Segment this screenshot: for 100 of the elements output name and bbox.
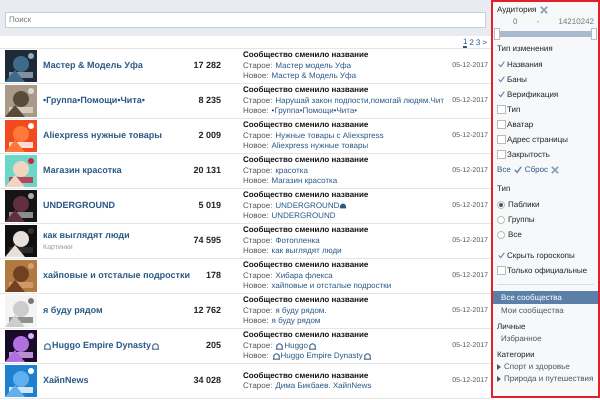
field-label: Старое: <box>243 96 272 106</box>
field-label: Старое: <box>243 381 272 392</box>
radio-button[interactable] <box>497 216 505 224</box>
radio-label: Группы <box>508 214 535 226</box>
range-separator: - <box>536 16 540 28</box>
event-title: Сообщество сменило название <box>243 155 370 166</box>
range-slider-track[interactable] <box>500 31 591 37</box>
old-name: Мастер модель Уфа <box>275 60 352 72</box>
old-name: Фотопленка <box>275 236 320 246</box>
checkbox[interactable] <box>497 105 506 114</box>
category-item[interactable]: Природа и путешествия <box>497 373 594 385</box>
slider-handle[interactable] <box>494 28 500 40</box>
group-link[interactable]: хайповые и отсталые подростки <box>43 269 190 283</box>
member-count: 12 762 <box>192 304 221 318</box>
group-link[interactable]: я буду рядом <box>43 304 103 318</box>
range-min: 0 <box>513 16 518 28</box>
group-link[interactable]: UNDERGROUND <box>43 199 115 213</box>
checkbox[interactable] <box>497 150 506 159</box>
radio-button[interactable] <box>497 200 505 208</box>
reset-link[interactable]: Сброс <box>524 164 548 176</box>
event-title: Сообщество сменило название <box>243 190 370 201</box>
field-label: Новое: <box>243 176 269 187</box>
group-link[interactable]: как выглядят люди <box>43 229 130 242</box>
event-title: Сообщество сменило название <box>243 225 370 236</box>
select-all-link[interactable]: Все <box>497 164 511 176</box>
field-label: Старое: <box>243 236 272 246</box>
page-link[interactable]: 3 <box>476 38 480 46</box>
field-label: Старое: <box>243 130 272 142</box>
group-link[interactable]: Aliexpress нужные товары <box>43 129 162 143</box>
new-name: •Группа•Помощи•Чита• <box>272 106 358 117</box>
checkbox[interactable] <box>497 135 506 144</box>
new-name: Магазин красотка <box>272 176 338 187</box>
hat-icon <box>362 352 372 361</box>
search-field[interactable]: Поиск <box>5 12 486 28</box>
new-name: Aliexpress нужные товары <box>272 141 368 152</box>
checkbox-label: Названия <box>507 58 543 70</box>
page-link[interactable]: 2 <box>469 38 474 46</box>
group-link[interactable]: Huggo Empire Dynasty <box>43 339 160 353</box>
field-label: Старое: <box>243 200 272 212</box>
checkbox[interactable] <box>497 251 506 260</box>
page-link[interactable]: > <box>482 38 487 46</box>
page-link[interactable]: 1 <box>462 36 468 48</box>
member-count: 20 131 <box>192 164 221 178</box>
field-label: Старое: <box>243 270 272 282</box>
radio-button[interactable] <box>497 230 505 238</box>
nav-item[interactable]: Мои сообщества <box>493 304 598 317</box>
checkbox[interactable] <box>497 75 506 84</box>
group-link[interactable]: Мастер & Модель Уфа <box>43 59 143 73</box>
old-name: Huggo <box>275 340 317 352</box>
event-title: Сообщество сменило название <box>243 50 370 61</box>
section-title: Категории <box>497 349 536 361</box>
member-count: 2 009 <box>197 129 221 142</box>
nav-item[interactable]: Все сообщества <box>493 291 598 304</box>
nav-item[interactable]: Избранное <box>497 333 594 345</box>
event-title: Сообщество сменило название <box>243 295 370 306</box>
checkbox[interactable] <box>497 120 506 129</box>
close-icon <box>540 6 548 14</box>
checkbox[interactable] <box>497 60 506 69</box>
new-name: я буду рядом <box>272 316 320 327</box>
close-icon <box>551 166 560 174</box>
group-link[interactable]: •Группа•Помощи•Чита• <box>43 94 145 108</box>
radio-label: Все <box>508 228 522 240</box>
hat-icon <box>275 342 284 350</box>
checkbox-label: Адрес страницы <box>507 134 568 146</box>
event-title: Сообщество сменило название <box>243 330 370 341</box>
field-label: Новое: <box>243 281 269 292</box>
section-title: Тип <box>497 183 512 195</box>
field-label: Старое: <box>243 60 272 72</box>
checkbox-label: Тип <box>507 104 520 116</box>
hat-icon <box>151 342 160 350</box>
slider-handle[interactable] <box>591 28 597 40</box>
check-icon <box>514 166 522 174</box>
old-name: Нужные товары с Aliexspress <box>275 130 384 142</box>
field-label: Новое: <box>243 316 269 327</box>
field-label: Новое: <box>243 141 269 152</box>
cap-icon <box>339 202 348 210</box>
group-link[interactable]: Магазин красотка <box>43 164 122 178</box>
category-item[interactable]: Спорт и здоровье <box>497 361 594 373</box>
hat-icon <box>308 342 317 350</box>
section-title: Личные <box>497 321 527 333</box>
checkbox-label: Баны <box>507 74 527 86</box>
checkbox-label: Верификация <box>507 88 558 100</box>
event-title: Сообщество сменило название <box>243 370 370 381</box>
new-name: UNDERGROUND <box>272 211 336 222</box>
group-link[interactable]: ХайпNews <box>43 374 88 388</box>
checkbox[interactable] <box>497 90 506 99</box>
new-name: хайповые и отсталые подростки <box>272 281 392 292</box>
member-count: 17 282 <box>192 59 221 72</box>
field-label: Старое: <box>243 166 272 176</box>
member-count: 34 028 <box>192 374 221 388</box>
checkbox-label: Закрытость <box>507 148 550 160</box>
section-title: Аудитория <box>497 4 536 16</box>
hat-icon <box>43 342 52 350</box>
checkbox[interactable] <box>497 266 506 275</box>
member-count: 8 235 <box>197 94 221 108</box>
old-name: UNDERGROUND <box>275 200 348 212</box>
field-label: Новое: <box>243 71 269 82</box>
old-name: красотка <box>275 166 308 176</box>
old-name: Нарушай закон подпости,помогай людям.Чит <box>275 96 444 106</box>
member-count: 74 595 <box>192 234 221 248</box>
